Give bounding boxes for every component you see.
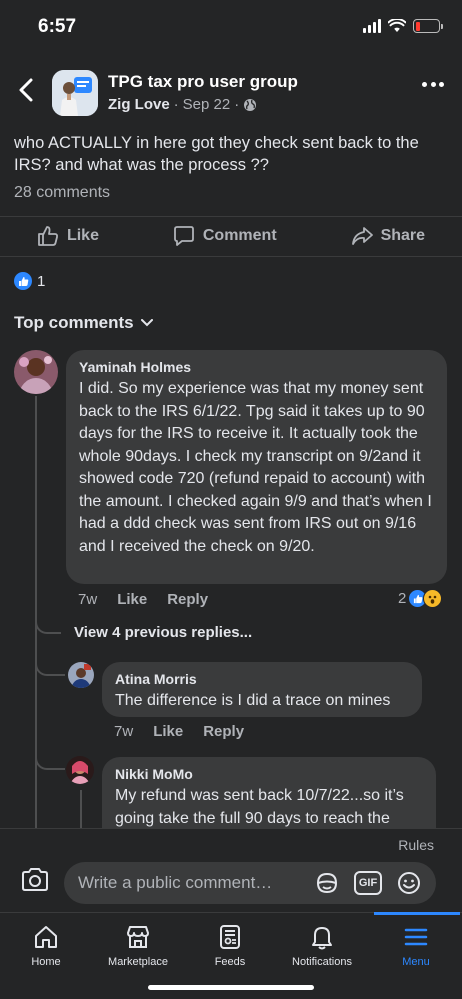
comment-bubble-icon xyxy=(173,226,194,246)
divider xyxy=(0,256,462,257)
share-button[interactable]: Share xyxy=(351,225,425,247)
comment-like-button[interactable]: Like xyxy=(117,591,147,608)
back-arrow-icon[interactable] xyxy=(14,76,40,104)
group-avatar[interactable] xyxy=(52,70,98,116)
top-comments-filter[interactable]: Top comments xyxy=(14,313,153,333)
avatar[interactable] xyxy=(14,350,58,394)
meta-separator: · xyxy=(173,96,179,113)
comment-input[interactable]: Write a public comment… GIF xyxy=(64,862,436,904)
tab-label: Feeds xyxy=(214,956,246,968)
reaction-count: 1 xyxy=(37,272,46,290)
divider xyxy=(0,216,462,217)
comment-bubble[interactable]: Yaminah Holmes I did. So my experience w… xyxy=(66,350,447,584)
tab-menu[interactable]: Menu xyxy=(370,913,462,979)
post-header: TPG tax pro user group Zig Love · Sep 22… xyxy=(0,66,462,122)
post-date[interactable]: Sep 22 xyxy=(183,96,231,113)
comment-actions: 7w Like Reply xyxy=(78,591,208,608)
tab-label: Home xyxy=(31,956,61,968)
avatar[interactable] xyxy=(66,756,94,784)
tab-notifications[interactable]: Notifications xyxy=(276,913,368,979)
feeds-icon xyxy=(220,925,240,949)
cellular-signal-icon xyxy=(363,19,381,33)
comment-reaction-count: 2 xyxy=(398,590,407,607)
post-actions: Like Comment Share xyxy=(0,218,462,254)
post-meta: Zig Love · Sep 22 · xyxy=(108,96,257,113)
comment-actions: 7w Like Reply xyxy=(114,723,244,740)
wifi-icon xyxy=(388,19,406,32)
more-options-icon[interactable] xyxy=(422,82,444,90)
comment-count[interactable]: 28 comments xyxy=(14,184,110,202)
comment-text: I did. So my experience was that my mone… xyxy=(79,380,432,555)
comment-label: Comment xyxy=(202,227,277,244)
reply-bubble[interactable]: Atina Morris The difference is I did a t… xyxy=(102,662,422,717)
comment-like-button[interactable]: Like xyxy=(153,723,183,740)
comment-reactions[interactable]: 2 xyxy=(398,589,443,608)
group-name[interactable]: TPG tax pro user group xyxy=(108,72,298,92)
battery-level xyxy=(415,21,420,31)
status-time: 6:57 xyxy=(38,16,77,37)
like-button[interactable]: Like xyxy=(37,225,99,247)
post-reactions[interactable]: 1 xyxy=(14,272,45,290)
menu-icon xyxy=(404,928,428,946)
comment-time: 7w xyxy=(114,723,134,740)
top-comments-label: Top comments xyxy=(14,313,134,332)
post-author[interactable]: Zig Love xyxy=(108,96,170,113)
comment-reply-button[interactable]: Reply xyxy=(167,591,208,608)
tab-home[interactable]: Home xyxy=(0,913,92,979)
comment-text: My refund was sent back 10/7/22...so it’… xyxy=(115,787,404,827)
home-icon xyxy=(35,926,57,948)
marketplace-icon xyxy=(127,926,149,948)
tab-label: Menu xyxy=(402,956,430,968)
tab-feeds[interactable]: Feeds xyxy=(184,913,276,979)
battery-low-icon xyxy=(413,19,443,33)
thread-connector xyxy=(35,610,61,634)
wow-reaction-icon xyxy=(423,589,443,608)
tab-label: Marketplace xyxy=(108,956,168,968)
comment-input-placeholder: Write a public comment… xyxy=(78,873,273,892)
share-arrow-icon xyxy=(351,227,373,245)
avatar[interactable] xyxy=(68,662,94,688)
comment-composer-area: Rules Write a public comment… GIF xyxy=(0,828,462,912)
commenter-name[interactable]: Nikki MoMo xyxy=(115,766,423,782)
globe-icon xyxy=(244,98,257,111)
thread-line xyxy=(80,790,82,828)
meta-separator: · xyxy=(234,96,240,113)
home-indicator[interactable] xyxy=(148,985,314,990)
bell-icon xyxy=(312,927,332,950)
avatar-sticker-icon[interactable] xyxy=(314,871,340,895)
status-icons xyxy=(363,19,443,33)
gif-button[interactable]: GIF xyxy=(354,871,382,895)
thread-connector xyxy=(35,740,65,770)
rules-link[interactable]: Rules xyxy=(398,837,434,853)
commenter-name[interactable]: Yaminah Holmes xyxy=(79,359,434,375)
comment-reply-button[interactable]: Reply xyxy=(203,723,244,740)
comment-time: 7w xyxy=(78,591,98,608)
share-label: Share xyxy=(380,227,426,244)
commenter-name[interactable]: Atina Morris xyxy=(115,671,409,687)
post-text: who ACTUALLY in here got they check sent… xyxy=(14,134,419,174)
tab-label: Notifications xyxy=(292,956,352,968)
like-label: Like xyxy=(66,227,99,244)
chevron-down-icon xyxy=(140,319,153,327)
comment-button[interactable]: Comment xyxy=(173,225,277,247)
gif-label: GIF xyxy=(358,877,378,889)
like-reaction-icon xyxy=(14,272,32,290)
tab-marketplace[interactable]: Marketplace xyxy=(92,913,184,979)
emoji-icon[interactable] xyxy=(396,871,422,895)
camera-icon[interactable] xyxy=(20,867,50,893)
view-previous-replies[interactable]: View 4 previous replies... xyxy=(74,624,252,641)
status-bar: 6:57 xyxy=(0,0,462,56)
thumbs-up-icon xyxy=(38,226,58,246)
comment-text: The difference is I did a trace on mines xyxy=(115,692,391,709)
thread-connector xyxy=(35,660,65,676)
